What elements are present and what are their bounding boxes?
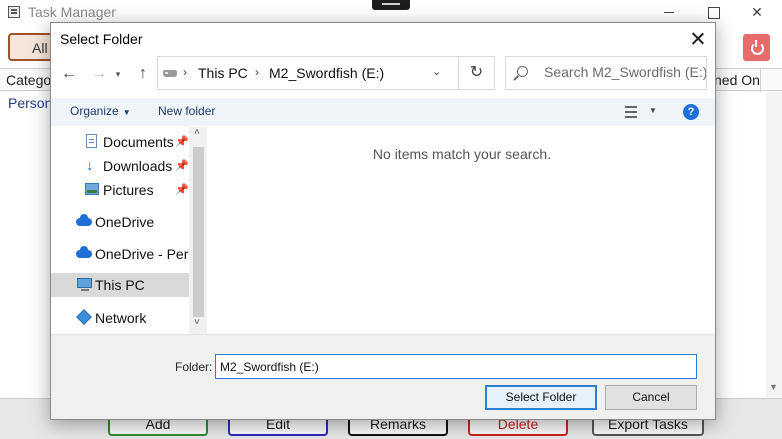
cloud-icon <box>76 246 92 258</box>
address-dropdown-icon[interactable]: ⌄ <box>432 65 441 78</box>
close-icon[interactable] <box>685 28 711 50</box>
column-divider <box>760 69 761 92</box>
nav-item-label: Pictures <box>103 182 154 198</box>
view-options-caret-icon[interactable]: ▼ <box>649 106 657 115</box>
nav-item-onedrive[interactable]: OneDrive <box>51 210 189 234</box>
select-folder-button[interactable]: Select Folder <box>485 385 597 410</box>
pin-icon: 📌 <box>175 184 189 196</box>
nav-item-this-pc[interactable]: This PC <box>51 273 189 297</box>
nav-item-label: This PC <box>95 277 145 293</box>
minimize-button[interactable] <box>654 2 684 22</box>
search-icon <box>517 66 528 77</box>
nav-item-label: Network <box>95 310 147 326</box>
drag-handle-icon[interactable] <box>372 0 410 10</box>
address-bar[interactable]: › This PC › M2_Swordfish (E:) ⌄ <box>157 56 459 90</box>
nav-item-onedrive-personal[interactable]: OneDrive - Per <box>51 242 189 266</box>
refresh-icon[interactable]: ↻ <box>459 56 495 90</box>
chevron-down-icon[interactable]: ˅ <box>194 317 200 328</box>
forward-arrow-icon[interactable]: → <box>87 63 111 85</box>
scrollbar-thumb[interactable] <box>193 147 204 317</box>
dialog-footer: Folder: Select Folder Cancel <box>51 334 715 419</box>
breadcrumb-chevron-icon[interactable]: › <box>183 65 187 79</box>
drive-icon <box>163 70 177 77</box>
empty-results-message: No items match your search. <box>372 146 552 162</box>
search-box[interactable] <box>505 56 707 90</box>
maximize-button[interactable] <box>698 2 728 22</box>
app-window-icon <box>8 6 20 18</box>
pin-icon: 📌 <box>175 136 189 148</box>
nav-item-label: OneDrive <box>95 214 155 230</box>
breadcrumb-chevron-icon[interactable]: › <box>255 65 259 79</box>
nav-item-pictures[interactable]: Pictures 📌 <box>51 178 189 202</box>
breadcrumb-this-pc[interactable]: This PC <box>198 65 248 81</box>
search-input[interactable] <box>544 64 706 80</box>
power-icon[interactable] <box>743 34 770 61</box>
computer-icon <box>77 278 92 291</box>
command-bar: Organize ▼ New folder ▼ ? <box>51 98 715 126</box>
pictures-icon <box>85 183 99 195</box>
chevron-up-icon[interactable]: ˄ <box>194 127 200 138</box>
caret-down-icon: ▼ <box>122 108 131 117</box>
pin-icon: 📌 <box>175 160 189 172</box>
organize-menu-button[interactable]: Organize ▼ <box>70 104 131 118</box>
breadcrumb-drive[interactable]: M2_Swordfish (E:) <box>269 65 384 81</box>
nav-item-label: Downloads <box>103 158 173 174</box>
folder-name-input[interactable] <box>215 354 697 379</box>
back-arrow-icon[interactable]: ← <box>57 63 81 85</box>
nav-item-label: Documents <box>103 134 174 150</box>
nav-item-downloads[interactable]: ↓ Downloads 📌 <box>51 154 189 178</box>
organize-label: Organize <box>70 104 119 118</box>
window-close-button[interactable]: ✕ <box>742 2 772 22</box>
nav-item-documents[interactable]: Documents 📌 <box>51 130 189 154</box>
column-header-category[interactable]: Catego <box>6 72 51 88</box>
file-list-pane[interactable]: No items match your search. <box>209 126 715 334</box>
recent-locations-chevron-icon[interactable]: ▾ <box>111 63 125 85</box>
new-folder-button[interactable]: New folder <box>158 104 215 118</box>
view-options-icon[interactable] <box>625 106 637 118</box>
help-icon[interactable]: ? <box>683 104 699 120</box>
scroll-down-icon[interactable]: ▼ <box>769 382 778 392</box>
nav-item-network[interactable]: Network <box>51 306 189 330</box>
cloud-icon <box>76 214 92 226</box>
column-header-date[interactable]: ned On <box>714 72 760 88</box>
up-arrow-icon[interactable]: ↑ <box>131 63 155 85</box>
background-window-title: Task Manager <box>28 4 116 20</box>
nav-item-label: OneDrive - Per <box>95 246 189 262</box>
folder-label: Folder: <box>175 360 213 374</box>
dialog-title: Select Folder <box>60 31 143 47</box>
select-folder-dialog: Select Folder ← → ▾ ↑ › This PC › M2_Swo… <box>50 22 716 420</box>
download-icon: ↓ <box>86 157 94 174</box>
document-icon <box>86 134 97 148</box>
navigation-pane: Documents 📌 ↓ Downloads 📌 Pictures 📌 One… <box>51 126 207 334</box>
network-icon <box>76 309 92 325</box>
table-scrollbar[interactable] <box>766 92 782 398</box>
cancel-button[interactable]: Cancel <box>605 385 697 410</box>
background-title-bar: Task Manager ✕ <box>0 0 782 24</box>
